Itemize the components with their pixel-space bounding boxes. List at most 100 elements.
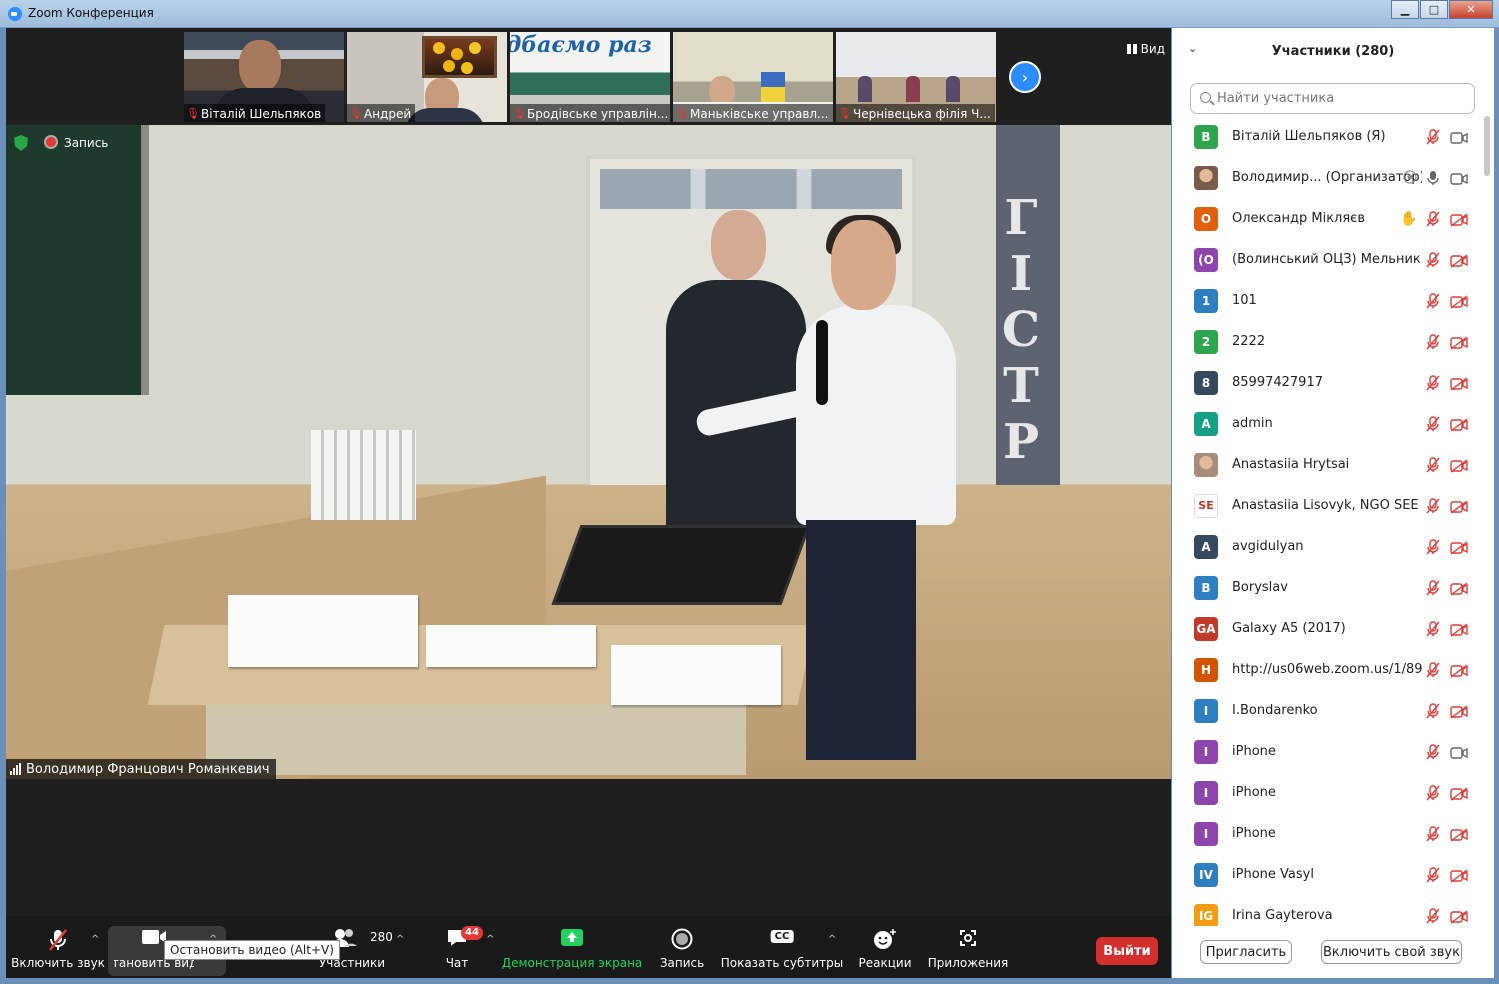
participant-search-input[interactable]: Найти участника [1190,83,1475,114]
muted-mic-icon[interactable] [1426,907,1440,924]
close-button[interactable]: ✕ [1449,0,1493,19]
video-off-icon[interactable] [1450,868,1468,883]
muted-mic-icon[interactable] [1426,866,1440,883]
chat-options-chevron-icon[interactable]: ^ [486,934,494,945]
participant-row[interactable]: SE Anastasiia Lisovyk, NGO SEE [1172,485,1482,526]
chat-button[interactable]: 44 Чат [436,916,483,978]
participant-row[interactable]: IiPhone [1172,772,1482,813]
audio-options-chevron-icon[interactable]: ^ [91,934,99,945]
muted-mic-icon[interactable] [1426,825,1440,842]
muted-mic-icon[interactable] [1426,743,1440,760]
participant-row[interactable]: B Boryslav [1172,567,1482,608]
thumbnail-name: Маньківське управл... [690,106,829,121]
participant-row[interactable]: IiPhone [1172,731,1482,772]
participant-row[interactable]: Aavgidulyan [1172,526,1482,567]
security-shield-icon[interactable] [14,135,28,151]
participant-row[interactable]: 1 101 [1172,280,1482,321]
unmute-button[interactable]: Включить звук [11,916,105,978]
video-off-icon[interactable] [1450,663,1468,678]
captions-button[interactable]: CC Показать субтитры [721,916,843,978]
muted-mic-icon[interactable] [1426,579,1440,596]
collapse-chevron-icon[interactable]: ⌄ [1188,42,1197,55]
participant-thumbnail[interactable]: 🎙 Маньківське управл... [673,32,833,122]
muted-mic-icon[interactable] [1426,620,1440,637]
participant-row[interactable]: GA Galaxy A5 (2017) [1172,608,1482,649]
participants-options-chevron-icon[interactable]: ^ [396,934,404,945]
video-off-icon[interactable] [1450,540,1468,555]
video-off-icon[interactable] [1450,294,1468,309]
video-camera-icon[interactable] [1450,130,1468,144]
participant-row[interactable]: О Олександр Мікляєв ✋ [1172,198,1482,239]
video-off-icon[interactable] [1450,909,1468,924]
muted-mic-icon[interactable] [1426,292,1440,309]
participant-row[interactable]: Anastasiia Hrytsai [1172,444,1482,485]
apps-icon [960,930,976,946]
muted-mic-icon[interactable] [1426,538,1440,555]
video-camera-icon[interactable] [1450,745,1468,759]
mic-icon[interactable] [1426,170,1440,186]
muted-mic-icon[interactable] [1426,128,1440,145]
leave-button[interactable]: Выйти [1096,937,1158,965]
maximize-button[interactable]: □ [1420,0,1448,19]
participant-thumbnail[interactable]: 🎙 Віталій Шельпяков [184,32,344,122]
muted-mic-icon[interactable] [1426,784,1440,801]
video-off-icon[interactable] [1450,458,1468,473]
participant-thumbnail[interactable]: 🎙 Чернівецька філія Ч... [836,32,996,122]
muted-mic-icon[interactable] [1426,497,1440,514]
participant-row[interactable]: Hhttp://us06web.zoom.us/1/892... [1172,649,1482,690]
video-off-icon[interactable] [1450,417,1468,432]
share-screen-button[interactable]: Демонстрация экрана [502,916,642,978]
record-button[interactable]: Запись [656,916,708,978]
apps-label: Приложения [927,956,1009,970]
video-off-icon[interactable] [1450,376,1468,391]
muted-mic-icon[interactable] [1426,661,1440,678]
participant-thumbnail[interactable]: дбаємо раз 🎙 Бродівське управлін... [510,32,670,122]
video-off-icon[interactable] [1450,827,1468,842]
muted-mic-icon[interactable] [1426,210,1440,227]
zoom-logo-icon [8,7,22,21]
video-off-icon[interactable] [1450,786,1468,801]
participant-row[interactable]: В Віталій Шельпяков (Я) [1172,116,1482,157]
muted-mic-icon[interactable] [1426,374,1440,391]
participant-row[interactable]: IG Irina Gayterova [1172,895,1482,926]
muted-mic-icon[interactable] [1426,702,1440,719]
participant-row[interactable]: IV iPhone Vasyl [1172,854,1482,895]
chat-unread-badge: 44 [461,926,483,940]
apps-button[interactable]: Приложения [927,916,1009,978]
participant-row[interactable]: 8 85997427917 [1172,362,1482,403]
video-off-icon[interactable] [1450,253,1468,268]
view-button[interactable]: Вид [1126,42,1165,56]
video-off-icon[interactable] [1450,499,1468,514]
avatar: B [1194,575,1218,600]
unmute-self-button[interactable]: Включить свой звук [1321,940,1462,964]
participant-row[interactable]: 2 2222 [1172,321,1482,362]
video-off-icon[interactable] [1450,212,1468,227]
participant-row[interactable]: Aadmin [1172,403,1482,444]
participant-list-scrollbar[interactable] [1484,116,1490,176]
muted-mic-icon: 🎙 [675,106,689,120]
participant-name: 85997427917 [1232,375,1323,390]
thumbnail-name: Віталій Шельпяков [201,106,322,121]
muted-mic-icon[interactable] [1426,456,1440,473]
muted-mic-icon[interactable] [1426,415,1440,432]
video-camera-icon[interactable] [1450,171,1468,185]
participant-thumbnail[interactable]: 🎙 Андрей [347,32,507,122]
video-off-icon[interactable] [1450,581,1468,596]
participant-list[interactable]: В Віталій Шельпяков (Я) Володимир... (Орга… [1172,116,1482,926]
next-page-chevron-icon[interactable]: › [1009,61,1041,93]
video-off-icon[interactable] [1450,335,1468,350]
muted-mic-icon[interactable] [1426,333,1440,350]
participant-row[interactable]: I I.Bondarenko [1172,690,1482,731]
muted-mic-icon[interactable] [1426,251,1440,268]
video-off-icon[interactable] [1450,622,1468,637]
captions-options-chevron-icon[interactable]: ^ [828,934,836,945]
participant-row[interactable]: Володимир... (Организатор) [1172,157,1482,198]
participant-row[interactable]: (О (Волинський ОЦЗ) Мельник Р... [1172,239,1482,280]
avatar: H [1194,657,1218,682]
invite-button[interactable]: Пригласить [1200,940,1292,964]
participant-row[interactable]: IiPhone [1172,813,1482,854]
video-off-icon[interactable] [1450,704,1468,719]
participant-name: iPhone [1232,744,1276,759]
reactions-button[interactable]: Реакции [858,916,912,978]
minimize-button[interactable]: ▁ [1391,0,1419,19]
